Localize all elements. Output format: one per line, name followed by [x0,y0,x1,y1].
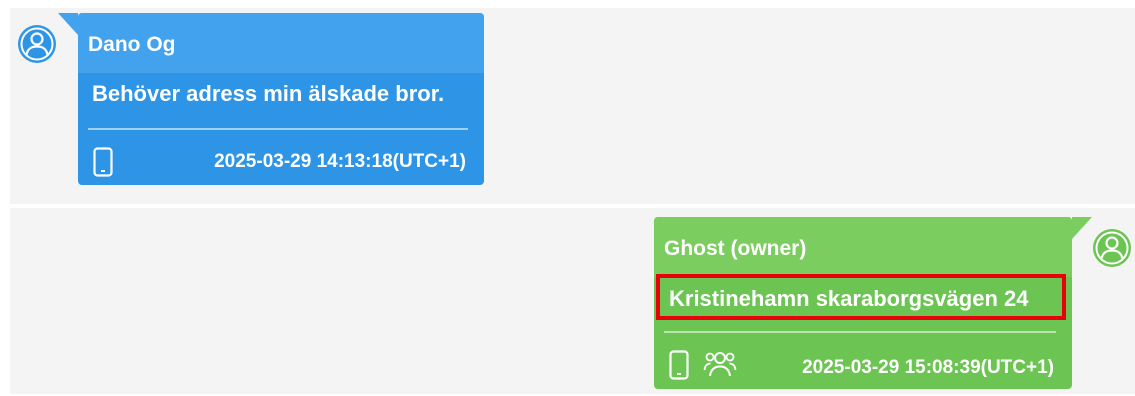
group-icon [703,348,737,385]
user-avatar-icon[interactable] [17,24,57,64]
phone-icon [669,350,689,385]
message-bubble[interactable]: Dano Og Behöver adress min älskade bror.… [58,13,484,185]
message-bubble[interactable]: Ghost (owner) Kristinehamn skaraborgsväg… [654,217,1092,389]
message-text-highlighted: Kristinehamn skaraborgsvägen 24 [656,274,1066,320]
divider [88,128,468,130]
user-avatar-icon[interactable] [1092,228,1132,268]
message-timestamp: 2025-03-29 14:13:18(UTC+1) [214,151,466,172]
bubble-tail [58,13,78,35]
bubble-tail [1072,217,1092,239]
sender-name: Ghost (owner) [664,237,807,260]
sender-name: Dano Og [88,33,176,56]
phone-icon [93,147,113,182]
message-timestamp: 2025-03-29 15:08:39(UTC+1) [802,357,1054,378]
message-text: Behöver adress min älskade bror. [92,81,445,106]
divider [664,331,1056,333]
